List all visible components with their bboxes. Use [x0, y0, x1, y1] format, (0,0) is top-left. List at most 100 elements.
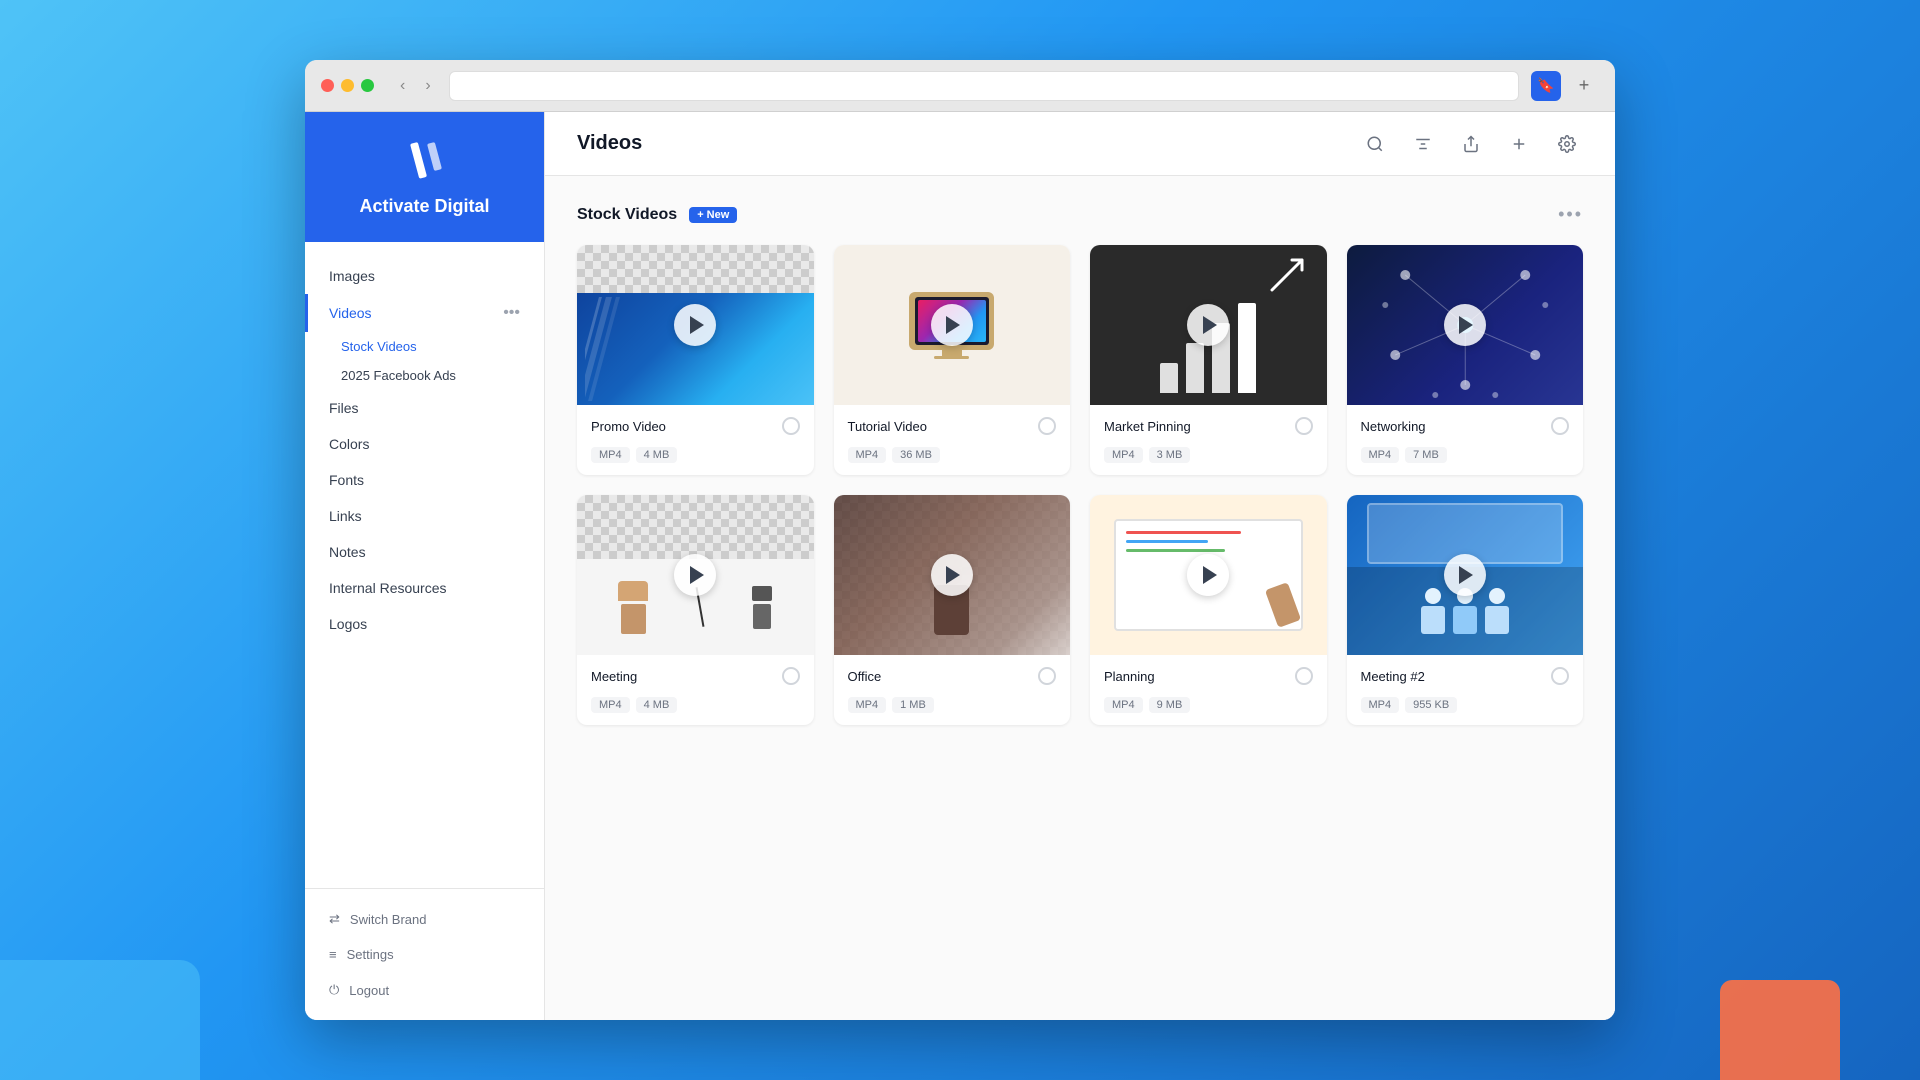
settings-button[interactable]: ≡ Settings	[305, 937, 544, 972]
switch-brand-button[interactable]: ⇄ Switch Brand	[305, 901, 544, 937]
sidebar-item-logos[interactable]: Logos	[305, 606, 544, 642]
browser-window: ‹ › 🔖 + Activate Digital	[305, 60, 1615, 1020]
gear-button[interactable]	[1551, 128, 1583, 160]
colors-label: Colors	[329, 436, 369, 452]
video-card-networking[interactable]: Networking MP4 7 MB	[1347, 245, 1584, 475]
tutorial-size: 36 MB	[892, 447, 940, 463]
tutorial-meta: MP4 36 MB	[834, 447, 1071, 475]
video-card-promo[interactable]: Promo Video MP4 4 MB	[577, 245, 814, 475]
logout-label: Logout	[349, 983, 389, 998]
browser-titlebar: ‹ › 🔖 +	[305, 60, 1615, 112]
market-name: Market Pinning	[1104, 419, 1191, 434]
switch-brand-icon: ⇄	[329, 911, 340, 927]
play-button-promo[interactable]	[674, 304, 716, 346]
section-more-menu[interactable]: •••	[1558, 204, 1583, 225]
page-header: Videos	[545, 112, 1615, 176]
planning-select[interactable]	[1295, 667, 1313, 685]
meeting-format: MP4	[591, 697, 630, 713]
search-button[interactable]	[1359, 128, 1391, 160]
minimize-button[interactable]	[341, 79, 354, 92]
address-bar[interactable]	[449, 71, 1519, 101]
meeting-select[interactable]	[782, 667, 800, 685]
planning-meta: MP4 9 MB	[1090, 697, 1327, 725]
close-button[interactable]	[321, 79, 334, 92]
sidebar-item-stock-videos[interactable]: Stock Videos	[305, 332, 544, 361]
meeting2-info: Meeting #2	[1347, 655, 1584, 697]
sidebar-item-images[interactable]: Images	[305, 258, 544, 294]
tutorial-name: Tutorial Video	[848, 419, 928, 434]
play-button-market[interactable]	[1187, 304, 1229, 346]
browser-actions: 🔖 +	[1531, 71, 1599, 101]
video-card-office[interactable]: Office MP4 1 MB	[834, 495, 1071, 725]
office-select[interactable]	[1038, 667, 1056, 685]
logout-icon: ⏻	[329, 982, 339, 998]
sidebar-item-links[interactable]: Links	[305, 498, 544, 534]
forward-button[interactable]: ›	[419, 75, 436, 97]
sidebar-brand: Activate Digital	[305, 112, 544, 242]
sidebar: Activate Digital Images Videos ••• Stock…	[305, 112, 545, 1020]
videos-label: Videos	[329, 305, 372, 321]
meeting-info: Meeting	[577, 655, 814, 697]
market-meta: MP4 3 MB	[1090, 447, 1327, 475]
meeting2-format: MP4	[1361, 697, 1400, 713]
content-area: Stock Videos + New •••	[545, 176, 1615, 1020]
new-tab-button[interactable]: +	[1569, 71, 1599, 101]
videos-more-icon[interactable]: •••	[503, 304, 520, 322]
market-format: MP4	[1104, 447, 1143, 463]
planning-name: Planning	[1104, 669, 1155, 684]
meeting-name: Meeting	[591, 669, 637, 684]
play-button-meeting[interactable]	[674, 554, 716, 596]
networking-select[interactable]	[1551, 417, 1569, 435]
networking-name: Networking	[1361, 419, 1426, 434]
office-name: Office	[848, 669, 882, 684]
sidebar-item-colors[interactable]: Colors	[305, 426, 544, 462]
add-button[interactable]	[1503, 128, 1535, 160]
video-card-meeting2[interactable]: Meeting #2 MP4 955 KB	[1347, 495, 1584, 725]
networking-info: Networking	[1347, 405, 1584, 447]
play-button-tutorial[interactable]	[931, 304, 973, 346]
logout-button[interactable]: ⏻ Logout	[305, 972, 544, 1008]
meeting2-thumbnail	[1347, 495, 1584, 655]
maximize-button[interactable]	[361, 79, 374, 92]
sidebar-item-fonts[interactable]: Fonts	[305, 462, 544, 498]
section-header: Stock Videos + New •••	[577, 204, 1583, 225]
video-card-tutorial[interactable]: Tutorial Video MP4 36 MB	[834, 245, 1071, 475]
video-card-market[interactable]: Market Pinning MP4 3 MB	[1090, 245, 1327, 475]
sidebar-item-files[interactable]: Files	[305, 390, 544, 426]
meeting2-name: Meeting #2	[1361, 669, 1425, 684]
facebook-ads-label: 2025 Facebook Ads	[341, 368, 456, 383]
tutorial-format: MP4	[848, 447, 887, 463]
share-button[interactable]	[1455, 128, 1487, 160]
back-button[interactable]: ‹	[394, 75, 411, 97]
networking-thumbnail	[1347, 245, 1584, 405]
video-card-meeting[interactable]: Meeting MP4 4 MB	[577, 495, 814, 725]
play-button-meeting2[interactable]	[1444, 554, 1486, 596]
sidebar-item-notes[interactable]: Notes	[305, 534, 544, 570]
promo-meta: MP4 4 MB	[577, 447, 814, 475]
office-size: 1 MB	[892, 697, 934, 713]
tutorial-select[interactable]	[1038, 417, 1056, 435]
play-button-office[interactable]	[931, 554, 973, 596]
filter-button[interactable]	[1407, 128, 1439, 160]
play-button-networking[interactable]	[1444, 304, 1486, 346]
extension-icon[interactable]: 🔖	[1531, 71, 1561, 101]
meeting-thumbnail	[577, 495, 814, 655]
meeting2-select[interactable]	[1551, 667, 1569, 685]
links-label: Links	[329, 508, 362, 524]
meeting2-size: 955 KB	[1405, 697, 1457, 713]
office-format: MP4	[848, 697, 887, 713]
promo-name: Promo Video	[591, 419, 666, 434]
stock-videos-label: Stock Videos	[341, 339, 417, 354]
sidebar-item-internal-resources[interactable]: Internal Resources	[305, 570, 544, 606]
images-label: Images	[329, 268, 375, 284]
promo-select[interactable]	[782, 417, 800, 435]
market-select[interactable]	[1295, 417, 1313, 435]
play-button-planning[interactable]	[1187, 554, 1229, 596]
browser-nav: ‹ ›	[394, 75, 437, 97]
networking-format: MP4	[1361, 447, 1400, 463]
meeting-size: 4 MB	[636, 697, 678, 713]
sidebar-item-facebook-ads[interactable]: 2025 Facebook Ads	[305, 361, 544, 390]
video-card-planning[interactable]: Planning MP4 9 MB	[1090, 495, 1327, 725]
sidebar-item-videos[interactable]: Videos •••	[305, 294, 544, 332]
new-badge[interactable]: + New	[689, 207, 737, 223]
